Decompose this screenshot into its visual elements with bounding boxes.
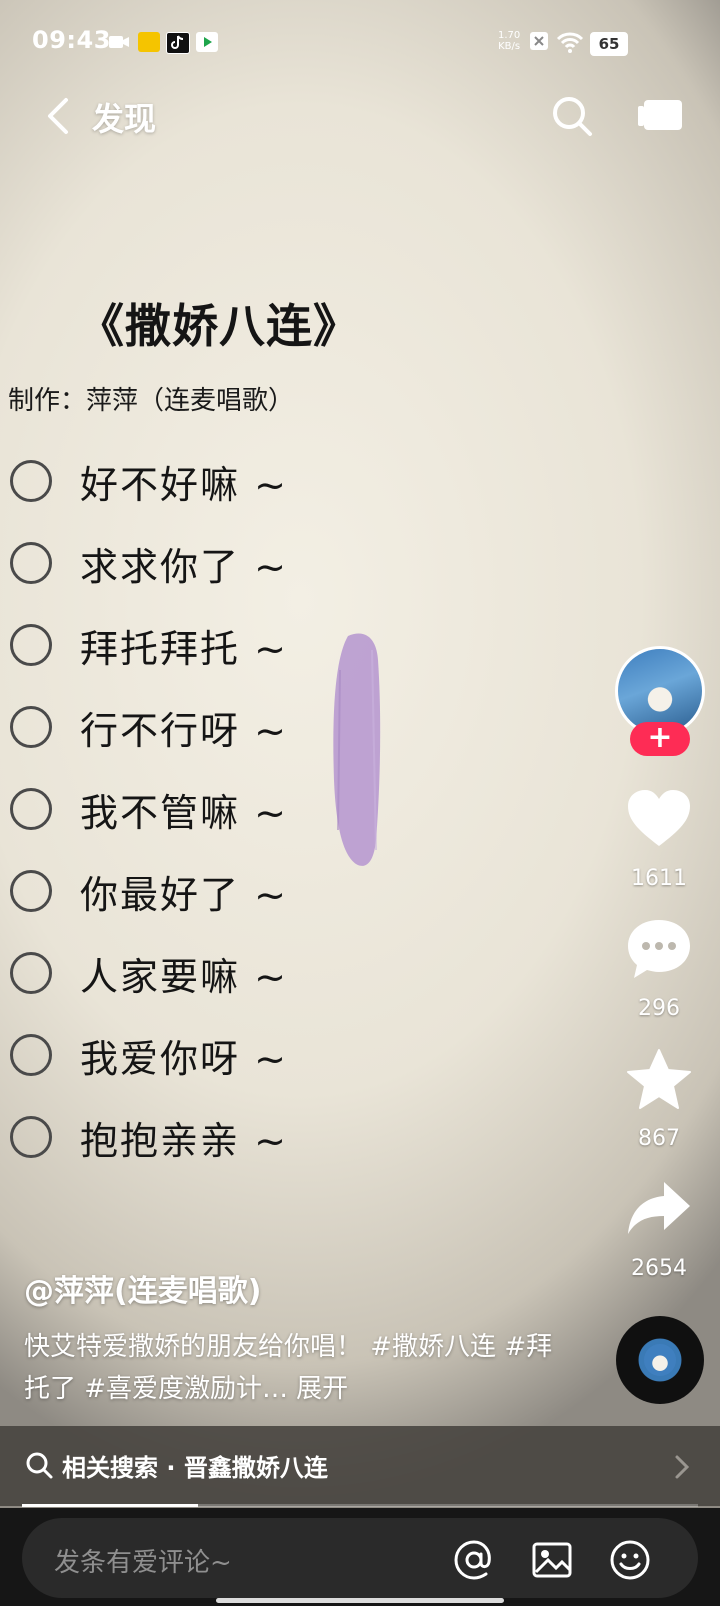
list-item: 我爱你呀 ~ — [10, 1014, 430, 1096]
battery-indicator: 65 — [590, 32, 628, 56]
app-badge-icon — [138, 32, 160, 52]
no-sim-icon — [530, 32, 548, 50]
video-maker: 制作：萍萍（连麦唱歌） — [8, 386, 295, 416]
search-icon — [24, 1450, 54, 1480]
share-button[interactable] — [624, 1178, 694, 1240]
search-button[interactable] — [548, 92, 596, 140]
comment-input[interactable]: 发条有爱评论~ — [22, 1518, 698, 1598]
list-item-label: 行不行呀 ~ — [80, 708, 288, 753]
music-disc[interactable] — [616, 1316, 704, 1404]
share-icon — [628, 1182, 690, 1234]
like-count: 1611 — [631, 866, 687, 891]
net-speed-unit: KB/s — [498, 41, 521, 52]
comment-placeholder: 发条有爱评论~ — [54, 1548, 232, 1578]
favorite-count: 867 — [638, 1126, 680, 1151]
list-item-label: 抱抱亲亲 ~ — [80, 1118, 288, 1163]
comment-count: 296 — [638, 996, 680, 1021]
tv-icon — [638, 100, 682, 130]
emoji-button[interactable] — [608, 1538, 652, 1582]
list-item: 抱抱亲亲 ~ — [10, 1096, 430, 1178]
share-count: 2654 — [631, 1256, 687, 1281]
video-title: 《撒娇八连》 — [78, 299, 360, 353]
video-progress-fill — [22, 1504, 198, 1507]
related-search-label: 相关搜索 · 晋鑫撒娇八连 — [62, 1454, 328, 1482]
network-speed: 1.70 KB/s — [498, 30, 520, 52]
clock: 09:43 — [32, 26, 111, 54]
video-caption[interactable]: 快艾特爱撒娇的朋友给你唱！ #撒娇八连 #拜托了 #喜爱度激励计… 展开 — [24, 1326, 564, 1410]
heart-icon — [628, 790, 690, 846]
at-icon — [454, 1540, 491, 1580]
screen-projection-button[interactable] — [636, 98, 684, 134]
related-search-bar[interactable]: 相关搜索 · 晋鑫撒娇八连 — [0, 1426, 720, 1506]
circle-icon — [10, 624, 52, 666]
camera-icon — [108, 32, 130, 52]
like-button[interactable] — [624, 788, 694, 850]
follow-button[interactable]: + — [630, 722, 690, 756]
list-item: 求求你了 ~ — [10, 522, 430, 604]
image-icon — [532, 1542, 572, 1578]
circle-icon — [10, 542, 52, 584]
circle-icon — [10, 1116, 52, 1158]
list-item-label: 你最好了 ~ — [80, 872, 288, 917]
video-app-icon — [196, 32, 218, 52]
smile-icon — [610, 1540, 650, 1580]
list-item-label: 拜托拜托 ~ — [80, 626, 288, 671]
search-icon — [553, 97, 592, 136]
image-button[interactable] — [530, 1538, 574, 1582]
favorite-button[interactable] — [624, 1048, 694, 1110]
tiktok-icon — [166, 32, 190, 54]
list-item-label: 我不管嘛 ~ — [80, 790, 288, 835]
music-cover — [644, 1344, 676, 1376]
star-icon — [627, 1049, 691, 1109]
wifi-icon — [556, 30, 584, 54]
list-item: 好不好嘛 ~ — [10, 440, 430, 522]
comment-bar: 发条有爱评论~ — [0, 1508, 720, 1606]
list-item-label: 我爱你呀 ~ — [80, 1036, 288, 1081]
expand-link[interactable]: 展开 — [296, 1374, 348, 1404]
net-speed-value: 1.70 — [498, 30, 521, 41]
circle-icon — [10, 706, 52, 748]
chevron-left-icon — [48, 98, 68, 134]
circle-icon — [10, 1034, 52, 1076]
circle-icon — [10, 460, 52, 502]
brush-stroke — [326, 630, 388, 880]
author-name[interactable]: @萍萍(连麦唱歌) — [24, 1266, 261, 1310]
status-bar: 09:43 1.70 KB/s 65 — [0, 0, 720, 84]
back-button[interactable] — [40, 92, 80, 140]
list-item: 人家要嘛 ~ — [10, 932, 430, 1014]
comment-icon — [628, 920, 690, 978]
caption-text: 快艾特爱撒娇的朋友给你唱！ #撒娇八连 #拜托了 #喜爱度激励计… — [24, 1332, 553, 1404]
video-progress-bar[interactable] — [22, 1504, 698, 1507]
chevron-right-icon — [672, 1452, 692, 1482]
circle-icon — [10, 870, 52, 912]
list-item-label: 人家要嘛 ~ — [80, 954, 288, 999]
circle-icon — [10, 952, 52, 994]
circle-icon — [10, 788, 52, 830]
home-indicator[interactable] — [216, 1598, 504, 1603]
mention-button[interactable] — [452, 1538, 496, 1582]
list-item-label: 好不好嘛 ~ — [80, 462, 288, 507]
page-title[interactable]: 发现 — [92, 94, 156, 140]
list-item-label: 求求你了 ~ — [80, 544, 288, 589]
comment-button[interactable] — [624, 918, 694, 980]
